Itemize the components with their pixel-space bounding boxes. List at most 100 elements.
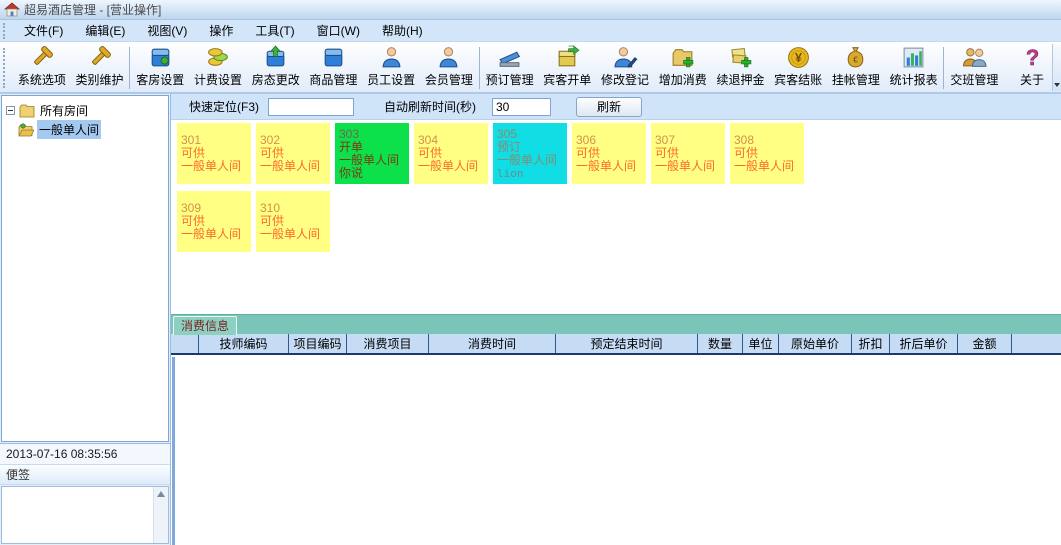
menu-item[interactable]: 文件(F) [13,19,74,42]
svg-text:¥: ¥ [795,51,802,65]
question-icon: ? [1019,45,1046,70]
app-icon [4,2,20,17]
folder-plus-icon [669,45,696,70]
wrench-icon [28,45,55,70]
notes-textarea[interactable] [1,486,169,544]
scroll-up-icon [157,491,165,497]
chart-icon [900,45,927,70]
column-header[interactable]: 原始单价 [779,334,852,353]
room-tile[interactable]: 303 开单 一般单人间 你说 [335,123,409,184]
room-tile[interactable]: 302 可供 一般单人间 [256,123,330,184]
toolbar-button-guest-checkin[interactable]: 宾客开单 [538,44,596,88]
column-header[interactable]: 消费时间 [429,334,556,353]
column-header[interactable]: 项目编码 [289,334,347,353]
column-header[interactable]: 折后单价 [890,334,958,353]
money-bag-icon: € [842,45,869,70]
notes-scrollbar[interactable] [153,487,168,543]
toolbar-button-billing-settings[interactable]: 计费设置 [189,44,247,88]
tab-consumption-info[interactable]: 消费信息 [173,316,237,335]
column-header[interactable]: 折扣 [852,334,890,353]
chevron-down-icon [1054,83,1060,87]
room-tile[interactable]: 305 预订 一般单人间 lion [493,123,567,184]
toolbar-button-label: 类别维护 [76,71,124,88]
toolbar-button-system-options[interactable]: 系统选项 [13,44,71,88]
room-type: 一般单人间 [576,160,646,173]
refresh-interval-input[interactable] [492,98,551,116]
column-header[interactable] [1012,334,1061,353]
content: 所有房间 一般单人间 2013-07-16 08:35:56 便签 快速定位(F… [0,94,1061,545]
column-header[interactable]: 技师编码 [199,334,289,353]
toolbar-button-label: 商品管理 [309,71,357,88]
toolbar-button-credit-management[interactable]: € 挂帐管理 [827,44,885,88]
room-tile[interactable]: 309 可供 一般单人间 [177,191,251,252]
toolbar-overflow-button[interactable] [1052,44,1061,91]
toolbar-button-label: 计费设置 [194,71,242,88]
toolbar-button-label: 交班管理 [950,71,998,88]
toolbar-button-shift-management[interactable]: 交班管理 [945,44,1003,88]
tree-node-all-rooms[interactable]: 所有房间 [4,101,166,120]
quick-locate-input[interactable] [268,98,354,116]
toolbar-button-staff-settings[interactable]: 员工设置 [362,44,420,88]
coins-icon [205,45,232,70]
column-header[interactable] [171,334,199,353]
person-icon [378,45,405,70]
menu-bar: 文件(F) 编辑(E) 视图(V) 操作 工具(T) 窗口(W) 帮助(H) [0,20,1061,42]
refresh-button[interactable]: 刷新 [576,97,642,117]
main-panel: 快速定位(F3) 自动刷新时间(秒) 刷新 301 可供 一般单人间 30 [171,94,1061,545]
toolbar-button-category-maintenance[interactable]: 类别维护 [71,44,129,88]
menu-item[interactable]: 操作 [198,19,244,42]
person-edit-icon [612,45,639,70]
tree-expander-icon[interactable] [6,106,15,115]
room-tile[interactable]: 308 可供 一般单人间 [730,123,804,184]
toolbar-button-label: 统计报表 [890,71,938,88]
consumption-tab-bar: 消费信息 [171,314,1061,334]
box-icon [147,45,174,70]
toolbar-separator [479,47,480,89]
room-tile[interactable]: 306 可供 一般单人间 [572,123,646,184]
toolbar-button-label: 宾客结账 [774,71,822,88]
datetime-display: 2013-07-16 08:35:56 [0,443,170,465]
quick-locate-label: 快速定位(F3) [189,98,259,115]
room-tile[interactable]: 310 可供 一般单人间 [256,191,330,252]
menu-item[interactable]: 窗口(W) [306,19,371,42]
toolbar-button-statistics-report[interactable]: 统计报表 [885,44,943,88]
column-header[interactable]: 单位 [743,334,779,353]
room-type: 一般单人间 [497,154,567,167]
menu-item[interactable]: 编辑(E) [74,19,136,42]
tree-node-single-room[interactable]: 一般单人间 [18,120,166,139]
consumption-table-header: 技师编码 项目编码 消费项目 消费时间 预定结束时间 数量 单位 原始单价 折扣… [171,334,1061,355]
toolbar-button-room-settings[interactable]: 客房设置 [131,44,189,88]
toolbar-button-goods-management[interactable]: 商品管理 [305,44,363,88]
room-type: 一般单人间 [418,160,488,173]
sidebar: 所有房间 一般单人间 2013-07-16 08:35:56 便签 [0,94,171,545]
column-header[interactable]: 数量 [698,334,743,353]
column-header[interactable]: 消费项目 [347,334,429,353]
room-guest: lion [497,167,567,180]
toolbar-button-label: 房态更改 [252,71,300,88]
room-guest: 你说 [339,167,409,180]
column-header[interactable]: 预定结束时间 [556,334,698,353]
menu-item[interactable]: 帮助(H) [371,19,434,42]
toolbar-button-modify-registration[interactable]: 修改登记 [596,44,654,88]
menu-item[interactable]: 工具(T) [244,19,305,42]
consumption-table-body[interactable] [171,355,1061,545]
toolbar-button-label: 会员管理 [425,71,473,88]
room-type: 一般单人间 [260,160,330,173]
toolbar-button-add-consumption[interactable]: 增加消费 [654,44,712,88]
toolbar-separator [129,47,130,89]
toolbar-button-room-status-change[interactable]: 房态更改 [247,44,305,88]
toolbar-button-guest-checkout[interactable]: ¥ 宾客结账 [769,44,827,88]
menu-item[interactable]: 视图(V) [136,19,198,42]
room-grid: 301 可供 一般单人间 302 可供 一般单人间 303 [171,120,1061,314]
toolbar-button-member-management[interactable]: 会员管理 [420,44,478,88]
wrench-icon [86,45,113,70]
column-header[interactable]: 金额 [958,334,1012,353]
toolbar-button-deposit-management[interactable]: 续退押金 [712,44,770,88]
folder-open-icon [18,123,34,137]
toolbar-button-reservation-management[interactable]: 预订管理 [481,44,539,88]
window-title: 超易酒店管理 - [营业操作] [24,1,161,18]
room-tile[interactable]: 301 可供 一般单人间 [177,123,251,184]
room-tile[interactable]: 307 可供 一般单人间 [651,123,725,184]
box-up-icon [262,45,289,70]
room-tile[interactable]: 304 可供 一般单人间 [414,123,488,184]
